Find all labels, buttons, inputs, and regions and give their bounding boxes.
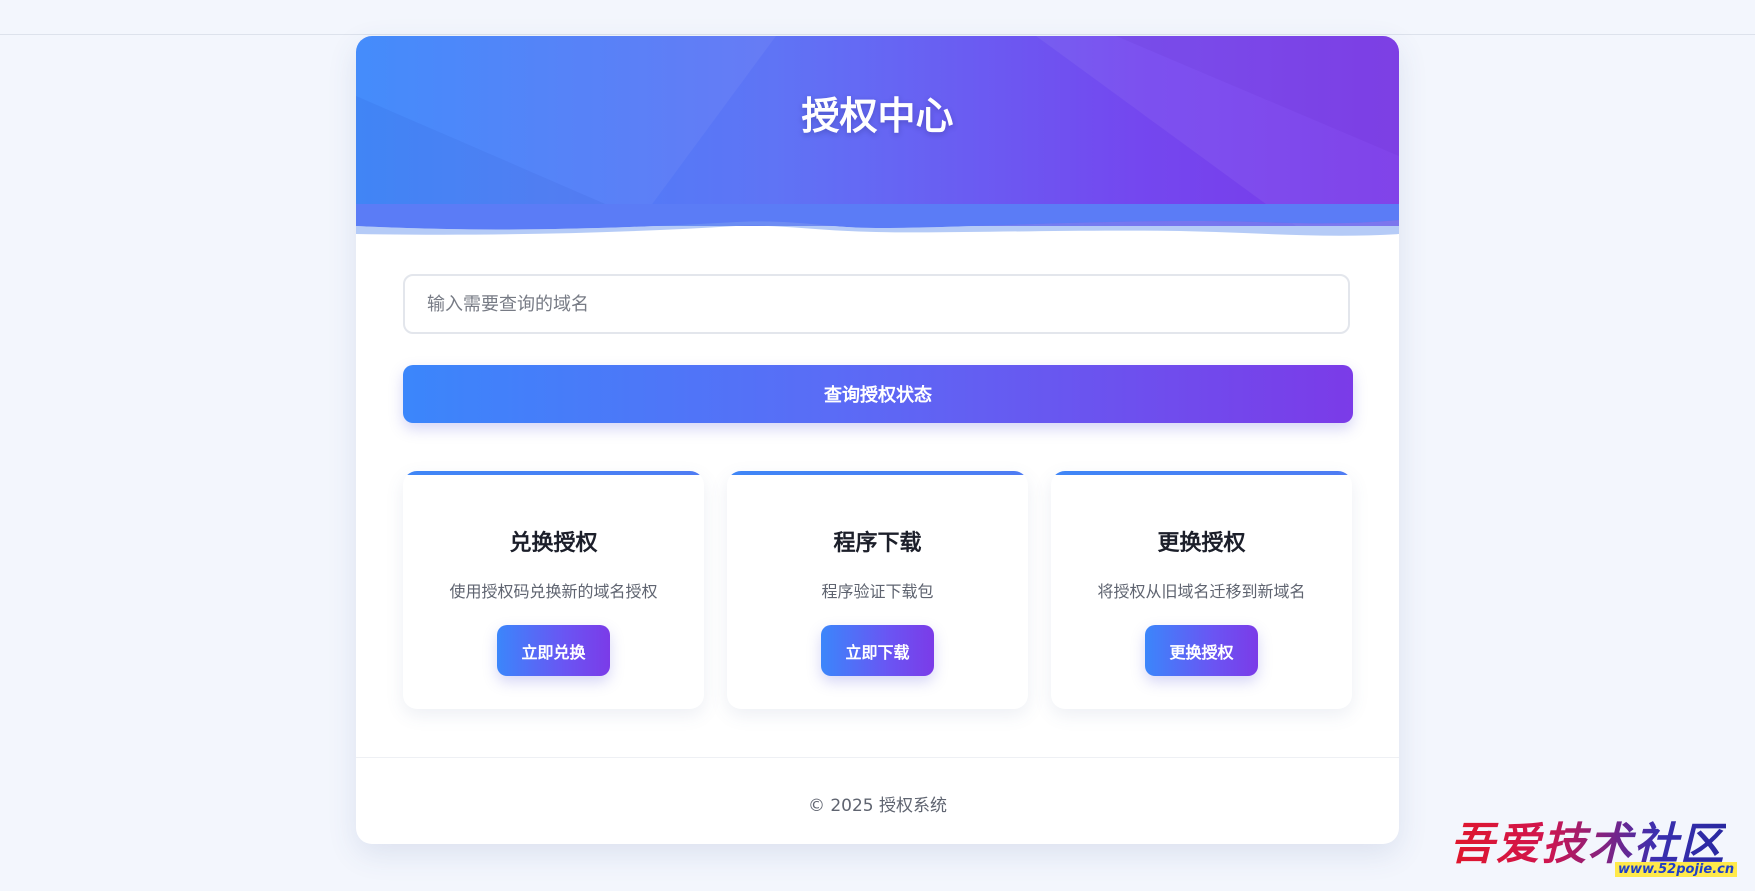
header-banner: 授权中心 [356, 36, 1399, 226]
header-wave [356, 204, 1399, 236]
watermark-url: www.52pojie.cn [1615, 862, 1738, 877]
feature-description: 将授权从旧域名迁移到新域名 [1097, 582, 1306, 601]
feature-card-redeem: 兑换授权 使用授权码兑换新的域名授权 立即兑换 [403, 471, 704, 709]
page-title: 授权中心 [801, 94, 954, 138]
feature-description: 使用授权码兑换新的域名授权 [449, 582, 658, 601]
top-divider [0, 34, 1755, 35]
feature-card-download: 程序下载 程序验证下载包 立即下载 [727, 471, 1028, 709]
feature-title: 兑换授权 [509, 531, 598, 556]
feature-title: 程序下载 [833, 531, 922, 556]
feature-description: 程序验证下载包 [821, 582, 934, 601]
feature-card-accent [1051, 471, 1352, 475]
footer-divider [356, 757, 1399, 758]
download-now-button[interactable]: 立即下载 [821, 625, 934, 676]
redeem-now-button[interactable]: 立即兑换 [497, 625, 610, 676]
transfer-auth-button[interactable]: 更换授权 [1145, 625, 1258, 676]
feature-card-accent [727, 471, 1028, 475]
footer-copyright: © 2025 授权系统 [807, 796, 948, 816]
site-watermark-logo: 吾爱技术社区 www.52pojie.cn [1450, 808, 1750, 888]
auth-center-card: 授权中心 查询授权状态 兑换授权 使用授权码兑换新的域名授权 立即兑换 程序下载… [356, 36, 1399, 844]
feature-card-accent [403, 471, 704, 475]
query-auth-status-button[interactable]: 查询授权状态 [403, 365, 1353, 423]
feature-title: 更换授权 [1157, 531, 1246, 556]
domain-search-input[interactable] [403, 274, 1350, 334]
feature-card-transfer: 更换授权 将授权从旧域名迁移到新域名 更换授权 [1051, 471, 1352, 709]
